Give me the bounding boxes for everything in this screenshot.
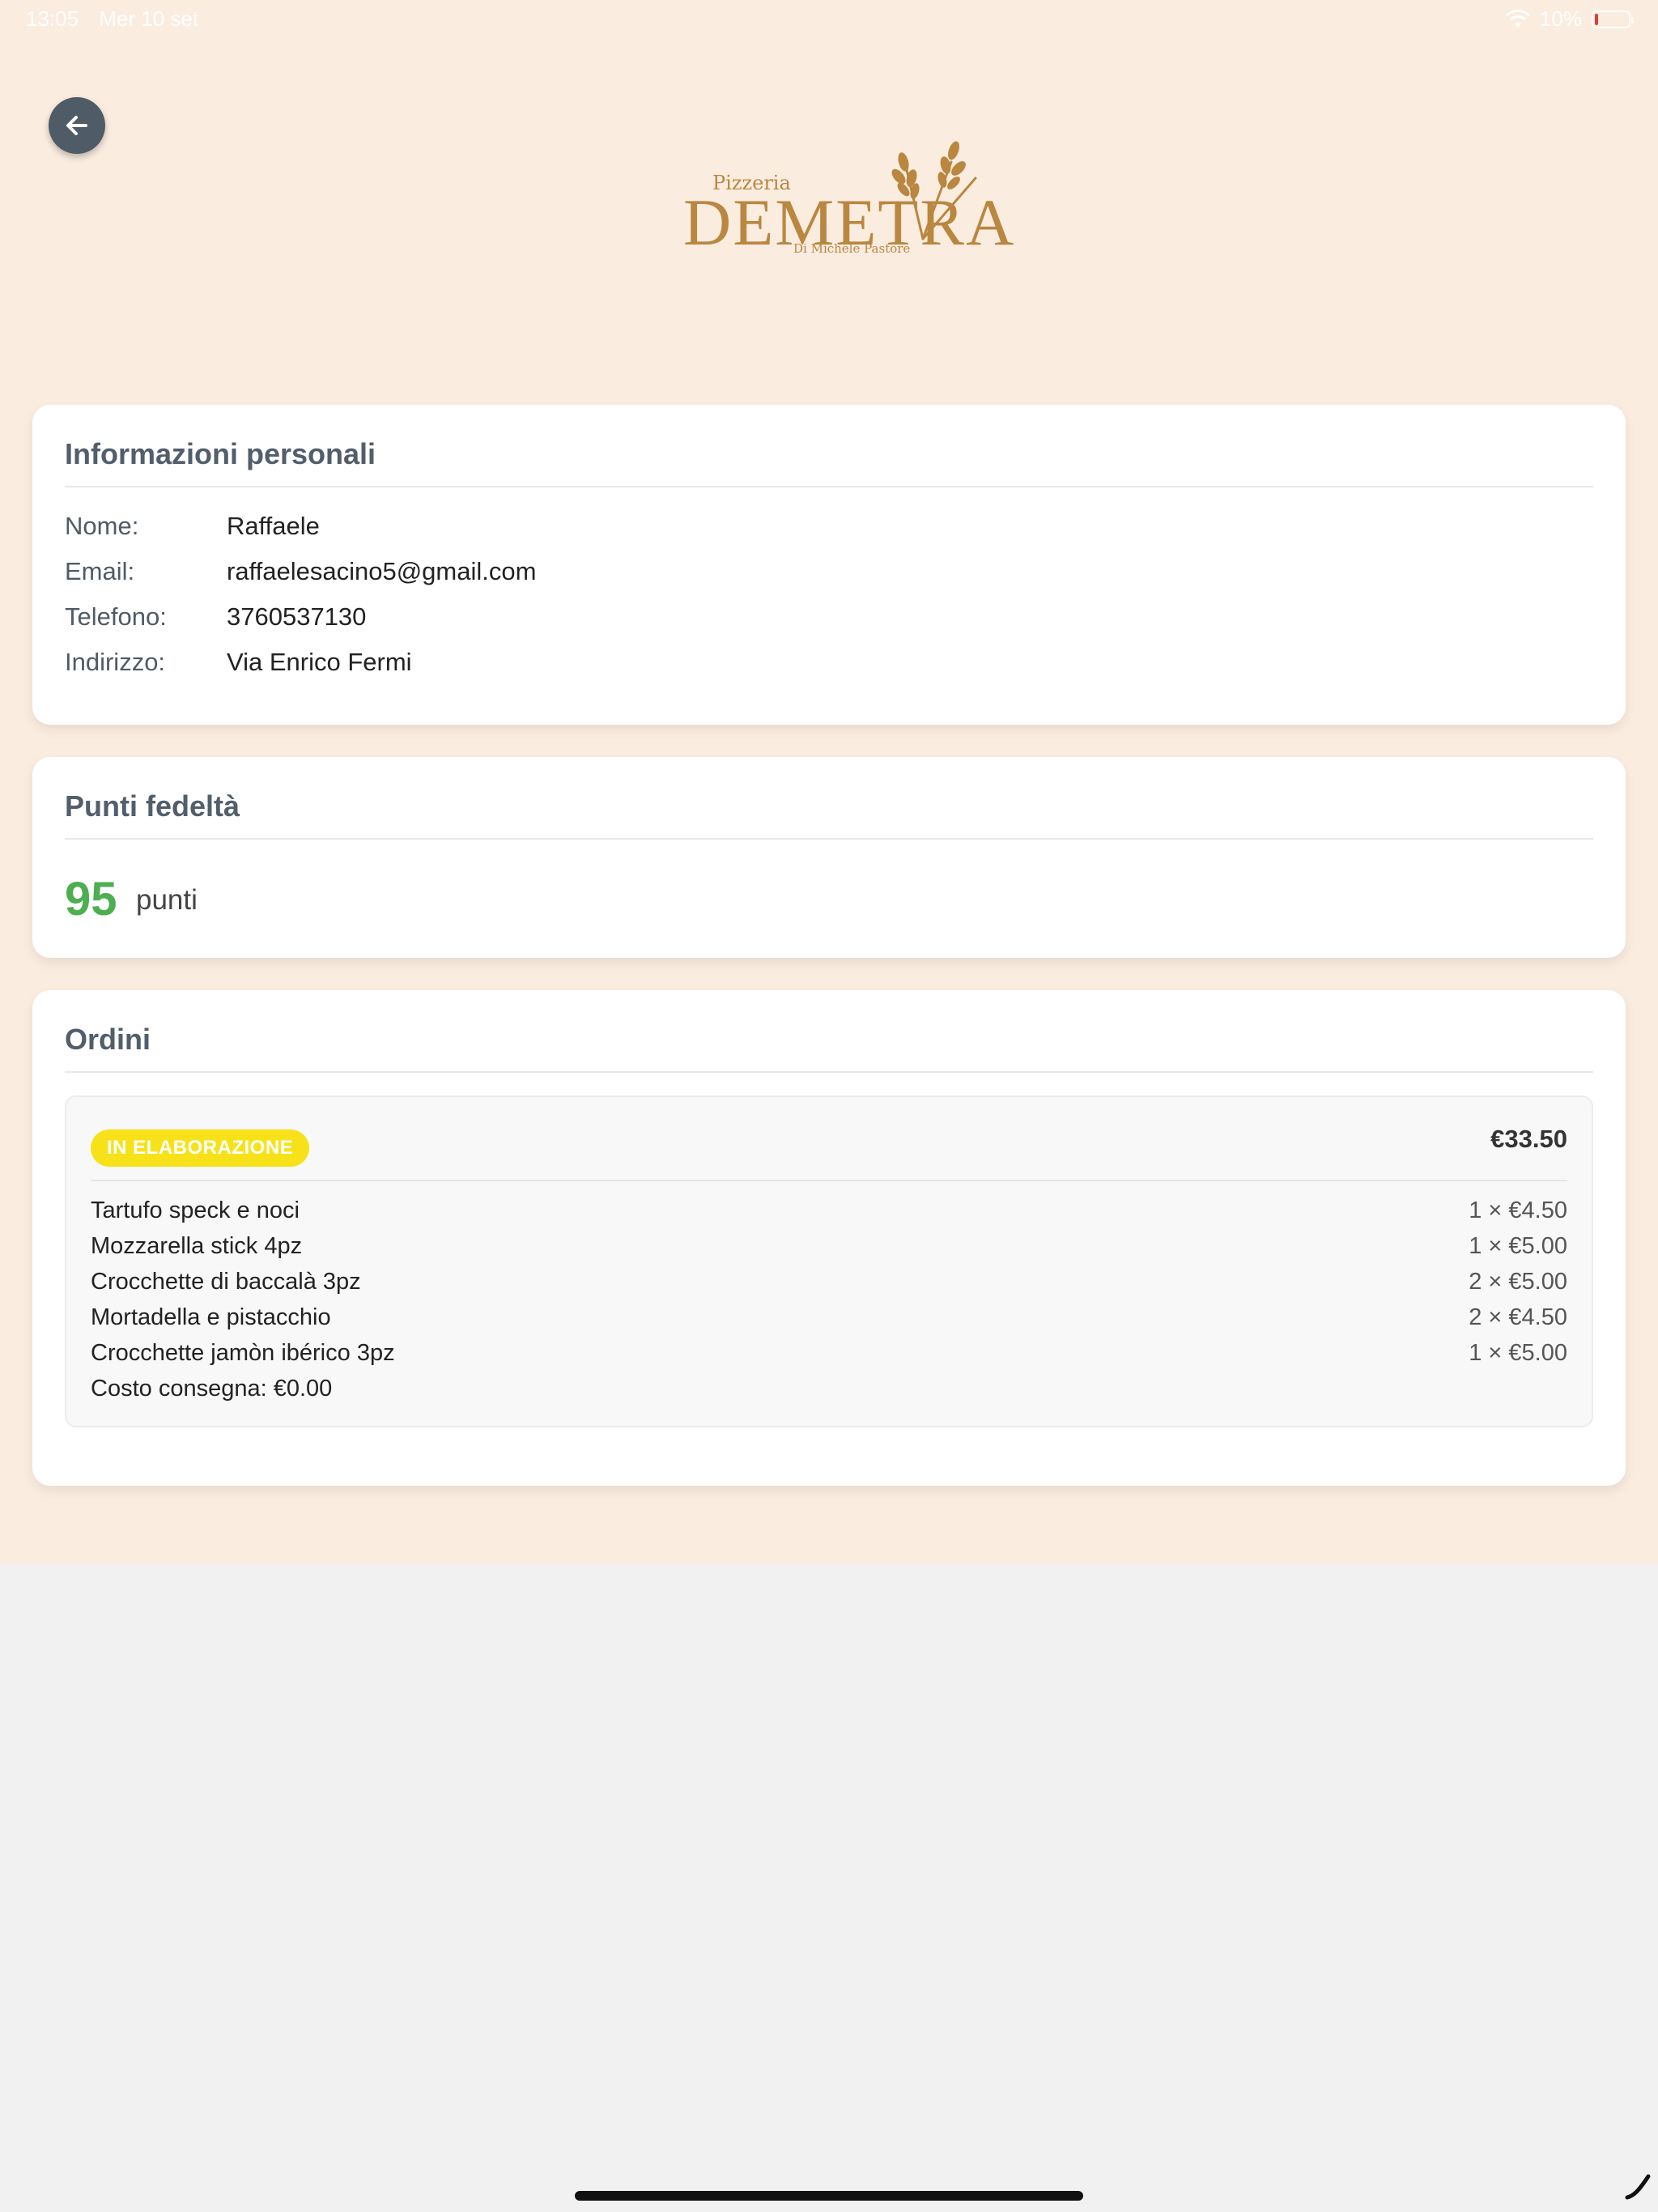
order-total: €33.50 xyxy=(1490,1125,1567,1153)
status-date: Mer 10 set xyxy=(99,6,199,31)
info-value: Raffaele xyxy=(227,512,320,540)
back-button[interactable] xyxy=(49,97,105,154)
divider xyxy=(91,1180,1567,1181)
brand-logo: Pizzeria DEMETRA Di Michele Pastore xyxy=(680,138,1014,267)
wifi-icon xyxy=(1505,9,1530,28)
orders-card: Ordini IN ELABORAZIONE €33.50 Tartufo sp… xyxy=(32,990,1626,1486)
orders-title: Ordini xyxy=(65,1023,1593,1073)
item-qty-price: 2 × €4.50 xyxy=(1469,1304,1567,1330)
item-name: Mortadella e pistacchio xyxy=(91,1304,331,1330)
info-label: Indirizzo: xyxy=(65,648,166,676)
item-qty-price: 2 × €5.00 xyxy=(1469,1269,1567,1295)
info-value: Via Enrico Fermi xyxy=(227,648,412,676)
points-unit: punti xyxy=(136,884,198,916)
status-bar: 13:05 Mer 10 set 10% xyxy=(0,0,1658,39)
item-name: Crocchette di baccalà 3pz xyxy=(91,1269,361,1295)
order-card[interactable]: IN ELABORAZIONE €33.50 Tartufo speck e n… xyxy=(65,1095,1593,1427)
status-badge: IN ELABORAZIONE xyxy=(91,1129,310,1167)
battery-percent: 10% xyxy=(1539,6,1582,31)
loyalty-title: Punti fedeltà xyxy=(65,789,1593,840)
item-name: Tartufo speck e noci xyxy=(91,1197,300,1223)
logo-subtitle: Di Michele Pastore xyxy=(793,241,911,256)
info-label: Telefono: xyxy=(65,602,167,631)
home-indicator[interactable] xyxy=(575,2191,1083,2201)
loyalty-card: Punti fedeltà 95 punti xyxy=(32,757,1626,958)
wheat-icon xyxy=(891,141,977,240)
info-value: raffaelesacino5@gmail.com xyxy=(227,557,537,585)
info-value: 3760537130 xyxy=(227,602,367,631)
status-time: 13:05 xyxy=(26,6,79,31)
item-name: Crocchette jamòn ibérico 3pz xyxy=(91,1340,395,1366)
battery-icon xyxy=(1592,10,1634,28)
points-value: 95 xyxy=(65,873,117,925)
item-name: Mozzarella stick 4pz xyxy=(91,1233,303,1259)
personal-info-title: Informazioni personali xyxy=(65,437,1593,487)
info-label: Email: xyxy=(65,557,135,585)
pencil-stroke-icon xyxy=(1625,2174,1651,2200)
arrow-left-icon xyxy=(66,116,87,135)
item-qty-price: 1 × €5.00 xyxy=(1469,1340,1567,1366)
item-qty-price: 1 × €4.50 xyxy=(1469,1197,1567,1223)
item-qty-price: 1 × €5.00 xyxy=(1469,1233,1567,1259)
delivery-cost: Costo consegna: €0.00 xyxy=(91,1376,333,1402)
info-label: Nome: xyxy=(65,512,139,540)
personal-info-card: Informazioni personali Nome: Raffaele Em… xyxy=(32,405,1626,725)
